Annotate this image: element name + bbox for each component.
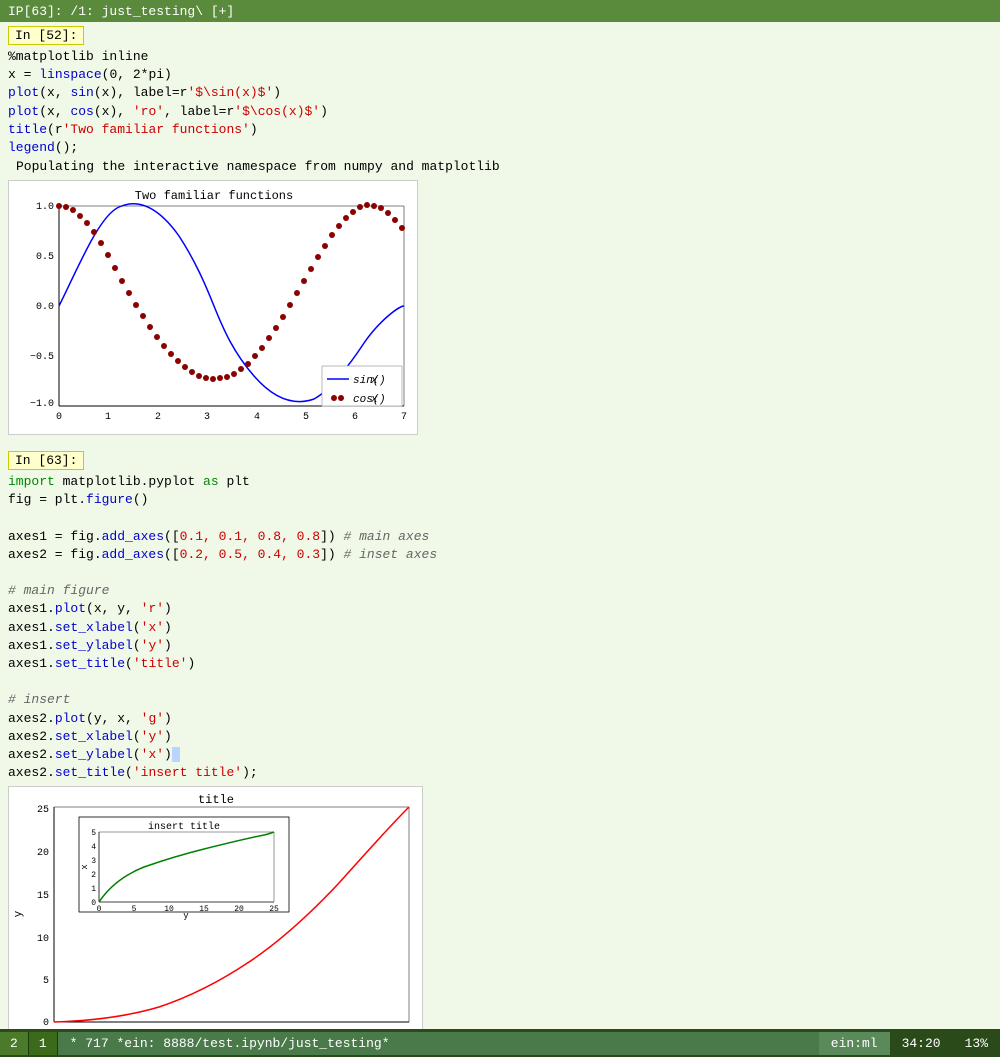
statusbar-filename: * 717 *ein: 8888/test.ipynb/just_testing… [58, 1032, 819, 1055]
plot2-container: title 0 5 10 15 20 25 0 1 2 3 4 5 x y [8, 786, 992, 1029]
cell-63-code[interactable]: import matplotlib.pyplot as plt fig = pl… [8, 473, 992, 782]
svg-text:1.0: 1.0 [36, 202, 54, 213]
svg-text:5: 5 [303, 412, 309, 423]
svg-text:0: 0 [43, 1018, 49, 1029]
svg-text:): ) [379, 394, 386, 406]
main-content[interactable]: In [52]: %matplotlib inline x = linspace… [0, 22, 1000, 1029]
svg-text:−1.0: −1.0 [30, 399, 54, 410]
svg-text:insert title: insert title [148, 821, 220, 833]
plot1-container: Two familiar functions 1.0 0.5 0.0 −0.5 … [8, 180, 992, 439]
svg-text:7: 7 [401, 412, 407, 423]
svg-text:0.5: 0.5 [36, 252, 54, 263]
statusbar-linecount: 717 [85, 1036, 108, 1051]
svg-text:10: 10 [164, 905, 174, 914]
svg-text:x: x [370, 375, 378, 387]
svg-text:10: 10 [37, 934, 49, 945]
statusbar-position: 34:20 [890, 1032, 953, 1055]
cell-52-label[interactable]: In [52]: [8, 26, 84, 45]
titlebar: IP[63]: /1: just_testing\ [+] [0, 0, 1000, 22]
svg-text:20: 20 [234, 905, 244, 914]
svg-text:4: 4 [254, 412, 260, 423]
statusbar-indicator: * [70, 1036, 78, 1051]
plot1-title: Two familiar functions [135, 189, 293, 203]
cell-52-output: Populating the interactive namespace fro… [8, 157, 992, 176]
svg-text:y: y [13, 911, 25, 918]
svg-text:5: 5 [91, 829, 96, 838]
plot2-title: title [198, 793, 234, 807]
svg-text:): ) [379, 375, 386, 387]
cell-52-code[interactable]: %matplotlib inline x = linspace(0, 2*pi)… [8, 48, 992, 157]
svg-text:3: 3 [91, 857, 96, 866]
statusbar-cell1: 2 [0, 1032, 29, 1055]
svg-text:1: 1 [105, 412, 111, 423]
statusbar: 2 1 * 717 *ein: 8888/test.ipynb/just_tes… [0, 1029, 1000, 1057]
svg-text:4: 4 [91, 843, 96, 852]
svg-text:2: 2 [155, 412, 161, 423]
svg-text:25: 25 [37, 805, 49, 816]
svg-text:−0.5: −0.5 [30, 352, 54, 363]
svg-text:25: 25 [269, 905, 279, 914]
svg-text:2: 2 [91, 871, 96, 880]
svg-text:x: x [80, 865, 90, 870]
svg-text:3: 3 [204, 412, 210, 423]
svg-text:6: 6 [352, 412, 358, 423]
svg-text:0: 0 [91, 899, 96, 908]
plot2-svg: title 0 5 10 15 20 25 0 1 2 3 4 5 x y [8, 786, 423, 1029]
svg-text:x: x [370, 394, 378, 406]
svg-text:5: 5 [43, 976, 49, 987]
svg-text:0.0: 0.0 [36, 302, 54, 313]
svg-text:y: y [183, 911, 189, 921]
cell-63-label[interactable]: In [63]: [8, 451, 84, 470]
svg-text:15: 15 [37, 891, 49, 902]
svg-text:20: 20 [37, 848, 49, 859]
svg-text:0: 0 [97, 905, 102, 914]
cell-63: In [63]: import matplotlib.pyplot as plt… [0, 447, 1000, 786]
svg-text:5: 5 [132, 905, 137, 914]
svg-text:1: 1 [91, 885, 96, 894]
svg-text:0: 0 [56, 412, 62, 423]
statusbar-mode: ein:ml [819, 1032, 890, 1055]
statusbar-file: *ein: 8888/test.ipynb/just_testing* [116, 1036, 389, 1051]
statusbar-percent: 13% [953, 1032, 1000, 1055]
cell-52: In [52]: %matplotlib inline x = linspace… [0, 22, 1000, 180]
titlebar-text: IP[63]: /1: just_testing\ [+] [8, 4, 234, 19]
plot1-svg: Two familiar functions 1.0 0.5 0.0 −0.5 … [8, 180, 418, 435]
statusbar-cell2: 1 [29, 1032, 58, 1055]
svg-text:15: 15 [199, 905, 209, 914]
